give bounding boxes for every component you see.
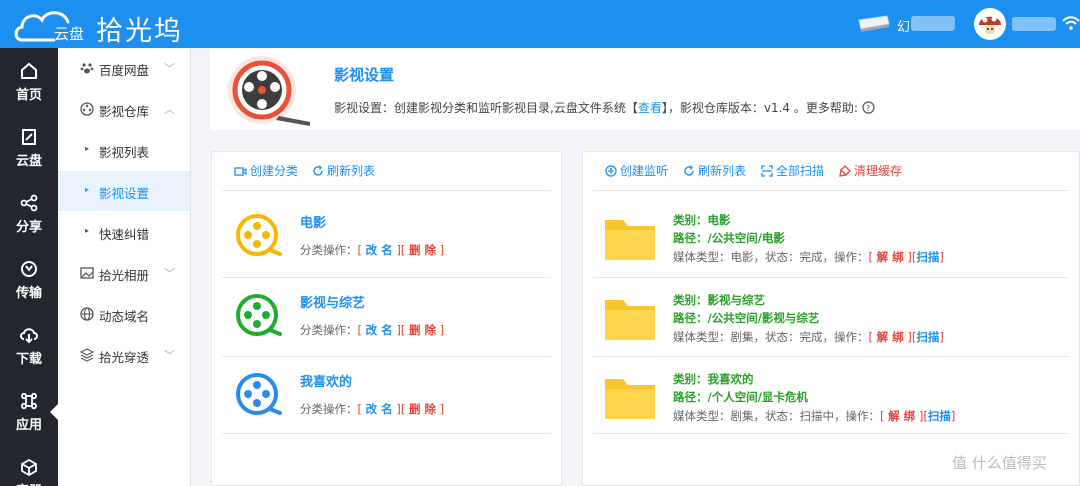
category-item: 电影 分类操作：[ 改 名 ][ 删 除 ] (222, 198, 550, 276)
help-icon[interactable]: ? (862, 101, 875, 114)
paw-icon (80, 63, 94, 74)
folder-icon (605, 300, 655, 340)
category-item: 我喜欢的 分类操作：[ 改 名 ][ 删 除 ] (222, 357, 550, 435)
view-link[interactable]: 查看 (638, 101, 662, 115)
scan-all-button[interactable]: 全部扫描 (761, 162, 824, 179)
submenu-vault[interactable]: 影视仓库 ︿ (58, 89, 190, 129)
unbind-button[interactable]: 解 绑 (877, 330, 904, 344)
refresh-icon (313, 165, 323, 176)
nav-container[interactable]: 容器 (0, 444, 58, 486)
nav-apps[interactable]: 应用 (0, 378, 58, 444)
download-icon (20, 328, 38, 344)
chevron-down-icon: ﹀ (164, 267, 175, 280)
rename-button[interactable]: 改 名 (366, 243, 393, 257)
chevron-up-icon: ︿ (164, 103, 175, 116)
svg-text:?: ? (866, 104, 870, 113)
globe-icon (80, 307, 94, 321)
app-logo[interactable]: 云盘 拾光坞 (14, 4, 189, 47)
scan-icon (761, 165, 773, 177)
device-name[interactable]: 幻 (897, 16, 963, 35)
rename-button[interactable]: 改 名 (366, 323, 393, 337)
delete-button[interactable]: 删 除 (409, 243, 436, 257)
delete-button[interactable]: 删 除 (409, 323, 436, 337)
brand-name: 拾光坞 (96, 16, 183, 47)
chevron-down-icon: ﹀ (164, 349, 175, 362)
nav-home[interactable]: 首页 (0, 48, 58, 114)
layers-icon (80, 348, 94, 362)
monitor-panel: 创建监听 刷新列表 全部扫描 清理缓存 类别：电影 路径：/公共空间/电影 媒体… (582, 151, 1080, 486)
film-icon (80, 102, 94, 116)
refresh-monitor-button[interactable]: 刷新列表 (683, 162, 746, 179)
submenu-quick-fix[interactable]: ▸ 快速纠错 (58, 212, 190, 252)
create-monitor-button[interactable]: 创建监听 (605, 162, 668, 179)
hard-drive-icon[interactable] (856, 14, 890, 32)
clear-cache-button[interactable]: 清理缓存 (839, 162, 902, 179)
username-blurred[interactable] (1012, 17, 1056, 31)
category-name: 我喜欢的 (300, 375, 353, 390)
sub-menu: 百度网盘 ﹀ 影视仓库 ︿ ▸ 影视列表 ▸ 影视设置 ▸ 快速纠错 拾光相册 … (58, 48, 191, 486)
create-category-button[interactable]: 创建分类 (234, 162, 298, 179)
folder-icon (605, 220, 655, 260)
image-icon (80, 267, 94, 279)
plus-circle-icon (605, 165, 617, 177)
apps-icon (21, 392, 37, 410)
logo-text: 云盘 (54, 25, 85, 43)
bullet-icon: ▸ (85, 226, 90, 235)
delete-button[interactable]: 删 除 (409, 402, 436, 416)
watermark: 值 什么值得买 (952, 454, 1047, 472)
category-item: 影视与综艺 分类操作：[ 改 名 ][ 删 除 ] (222, 278, 550, 356)
film-reel-blue-icon (236, 373, 282, 415)
category-panel: 创建分类 刷新列表 电影 分类操作：[ 改 名 ][ 删 除 ] 影视与综艺 分… (211, 151, 562, 486)
share-icon (20, 194, 38, 212)
avatar[interactable] (974, 8, 1006, 40)
nav-transfer[interactable]: 传输 (0, 246, 58, 312)
chevron-down-icon: ﹀ (164, 62, 175, 75)
monitor-item: 类别：影视与综艺 路径：/公共空间/影视与综艺 媒体类型：剧集，状态：完成，操作… (593, 278, 1071, 356)
bullet-icon: ▸ (85, 144, 90, 153)
monitor-item: 类别：我喜欢的 路径：/个人空间/显卡危机 媒体类型：剧集，状态：扫描中，操作：… (593, 357, 1071, 435)
category-ops: 分类操作：[ 改 名 ][ 删 除 ] (300, 402, 445, 416)
monitor-item: 类别：电影 路径：/公共空间/电影 媒体类型：电影，状态：完成，操作：[ 解 绑… (593, 198, 1071, 276)
category-name: 影视与综艺 (300, 296, 366, 311)
submenu-baidu[interactable]: 百度网盘 ﹀ (58, 48, 190, 88)
scan-button[interactable]: 扫描 (928, 409, 951, 423)
unbind-button[interactable]: 解 绑 (877, 250, 904, 264)
clear-icon (839, 165, 851, 177)
submenu-vault-settings[interactable]: ▸ 影视设置 (58, 171, 190, 211)
bullet-icon: ▸ (85, 185, 90, 194)
category-ops: 分类操作：[ 改 名 ][ 删 除 ] (300, 243, 445, 257)
submenu-album[interactable]: 拾光相册 ﹀ (58, 253, 190, 293)
refresh-category-button[interactable]: 刷新列表 (312, 162, 375, 179)
main-nav: 首页 云盘 分享 传输 下载 应用 容器 (0, 48, 58, 486)
rename-button[interactable]: 改 名 (366, 402, 393, 416)
submenu-tunnel[interactable]: 拾光穿透 ﹀ (58, 335, 190, 375)
nav-cloud-disk[interactable]: 云盘 (0, 114, 58, 180)
submenu-ddns[interactable]: 动态域名 (58, 294, 190, 334)
mushroom-avatar-icon (975, 9, 1005, 39)
nav-share[interactable]: 分享 (0, 180, 58, 246)
folder-icon (605, 379, 655, 419)
home-icon (21, 62, 37, 79)
top-bar: 云盘 拾光坞 幻 (0, 0, 1080, 48)
nav-download[interactable]: 下载 (0, 312, 58, 378)
category-name: 电影 (300, 216, 327, 231)
film-reel-icon (228, 56, 310, 126)
page-title: 影视设置 (334, 66, 395, 84)
film-reel-yellow-icon (236, 214, 282, 256)
page-header: 影视设置 影视设置：创建影视分类和监听影视目录,云盘文件系统【查看】，影视仓库版… (210, 48, 1080, 130)
scan-button[interactable]: 扫描 (916, 330, 939, 344)
film-reel-green-icon (236, 294, 282, 336)
transfer-icon (21, 261, 37, 277)
wifi-icon[interactable] (1062, 14, 1080, 32)
page-description: 影视设置：创建影视分类和监听影视目录,云盘文件系统【查看】，影视仓库版本：v1.… (334, 99, 875, 116)
cloud-disk-icon (22, 129, 36, 145)
category-ops: 分类操作：[ 改 名 ][ 删 除 ] (300, 323, 445, 337)
submenu-vault-list[interactable]: ▸ 影视列表 (58, 130, 190, 170)
container-icon (21, 458, 37, 476)
blurred-text (911, 16, 955, 31)
refresh-icon (684, 165, 694, 176)
unbind-button[interactable]: 解 绑 (888, 409, 915, 423)
scan-button[interactable]: 扫描 (916, 250, 939, 264)
video-add-icon (234, 167, 247, 176)
